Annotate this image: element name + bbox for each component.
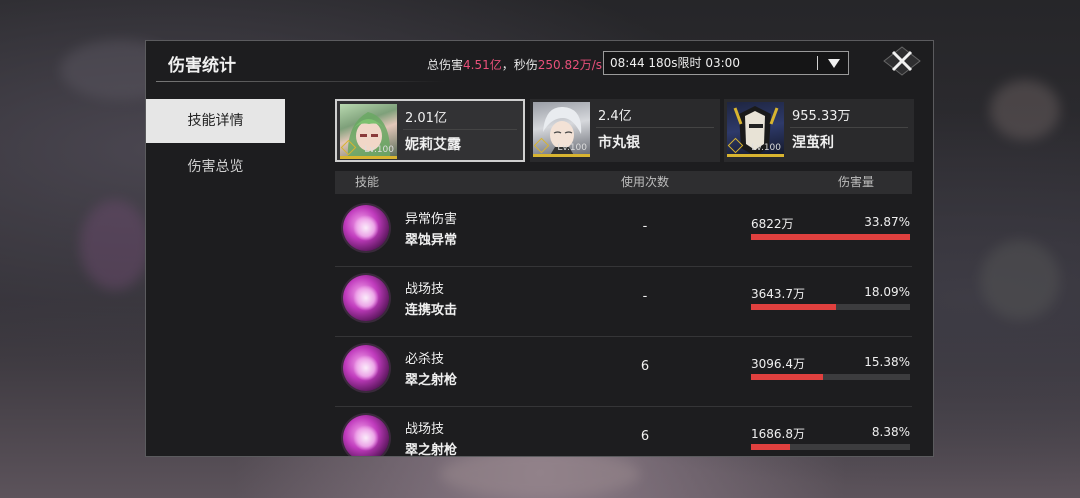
character-level: Lv.100 [751, 143, 781, 153]
time-range-dropdown[interactable]: 08:44 180s限时 03:00 [603, 51, 849, 75]
character-portrait: Lv.100 [533, 102, 590, 157]
skill-damage: 3643.7万 [751, 287, 805, 301]
skill-damage-percent: 8.38% [871, 425, 910, 439]
dps-label: ，秒伤 [501, 58, 538, 72]
skill-damage-percent: 15.38% [864, 355, 910, 369]
skill-name: 翠之射枪 [405, 373, 458, 388]
skill-table[interactable]: 异常伤害 翠蚀异常 - 6822万 33.87% 战场技 连携攻击 - 3643… [335, 197, 912, 457]
damage-bar [751, 304, 910, 310]
column-header-damage: 伤害量 [838, 175, 875, 189]
damage-stats-panel: 伤害统计 总伤害4.51亿，秒伤250.82万/s 08:44 180s限时 0… [145, 40, 934, 457]
character-list: Lv.100 2.01亿 妮莉艾露 Lv.100 2.4亿 市丸银 Lv.100… [335, 99, 915, 162]
damage-bar-fill [751, 304, 836, 310]
table-header: 技能 使用次数 伤害量 [335, 171, 912, 194]
table-row: 异常伤害 翠蚀异常 - 6822万 33.87% [335, 197, 912, 267]
skill-uses: 6 [640, 429, 650, 444]
damage-bar [751, 234, 910, 240]
skill-type: 战场技 [405, 422, 445, 437]
skill-damage: 3096.4万 [751, 357, 805, 371]
dropdown-separator [817, 56, 818, 70]
total-damage-label: 总伤害 [427, 58, 464, 72]
character-damage: 2.4亿 [598, 109, 632, 124]
damage-bar [751, 444, 910, 450]
table-row: 战场技 连携攻击 - 3643.7万 18.09% [335, 267, 912, 337]
skill-type: 战场技 [405, 282, 445, 297]
skill-type: 必杀技 [405, 352, 445, 367]
damage-bar-fill [751, 234, 910, 240]
table-row: 必杀技 翠之射枪 6 3096.4万 15.38% [335, 337, 912, 407]
close-icon [883, 46, 921, 76]
character-portrait: Lv.100 [727, 102, 784, 157]
field-skill-icon [343, 275, 389, 321]
skill-name: 连携攻击 [405, 303, 458, 318]
panel-title: 伤害统计 [168, 56, 236, 76]
time-range-value: 08:44 180s限时 03:00 [610, 56, 740, 70]
skill-type: 异常伤害 [405, 212, 458, 227]
card-divider [790, 127, 908, 128]
skill-damage: 1686.8万 [751, 427, 805, 441]
damage-summary: 总伤害4.51亿，秒伤250.82万/s [427, 56, 602, 73]
character-name: 妮莉艾露 [405, 137, 461, 153]
damage-bar [751, 374, 910, 380]
table-row: 战场技 翠之射枪 6 1686.8万 8.38% [335, 407, 912, 457]
dropdown-arrow-icon [828, 59, 840, 68]
skill-name: 翠蚀异常 [405, 233, 458, 248]
total-damage-value: 4.51亿 [463, 58, 502, 72]
damage-bar-fill [751, 374, 824, 380]
title-divider [156, 81, 446, 82]
card-divider [403, 129, 517, 130]
character-card[interactable]: Lv.100 955.33万 涅茧利 [724, 99, 914, 162]
character-card[interactable]: Lv.100 2.4亿 市丸银 [530, 99, 720, 162]
sidebar-item-skill-details[interactable]: 技能详情 [146, 99, 285, 143]
skill-uses: - [642, 289, 648, 304]
anomaly-skill-icon [343, 205, 389, 251]
skill-damage-percent: 33.87% [864, 215, 910, 229]
character-damage: 955.33万 [792, 109, 851, 124]
character-damage: 2.01亿 [405, 111, 447, 126]
character-level: Lv.100 [364, 145, 394, 155]
field-skill-icon [343, 415, 389, 456]
close-button[interactable] [882, 45, 922, 77]
sidebar: 技能详情 伤害总览 [146, 99, 285, 191]
damage-bar-fill [751, 444, 791, 450]
character-name: 涅茧利 [792, 135, 834, 151]
skill-damage: 6822万 [751, 217, 794, 231]
character-card[interactable]: Lv.100 2.01亿 妮莉艾露 [335, 99, 525, 162]
sidebar-item-damage-overview[interactable]: 伤害总览 [146, 145, 285, 189]
ultimate-skill-icon [343, 345, 389, 391]
skill-uses: - [642, 219, 648, 234]
column-header-uses: 使用次数 [621, 175, 670, 189]
character-level: Lv.100 [557, 143, 587, 153]
character-name: 市丸银 [598, 135, 640, 151]
character-portrait: Lv.100 [340, 104, 397, 159]
skill-name: 翠之射枪 [405, 443, 458, 457]
skill-uses: 6 [640, 359, 650, 374]
skill-damage-percent: 18.09% [864, 285, 910, 299]
card-divider [596, 127, 714, 128]
title-bar: 伤害统计 总伤害4.51亿，秒伤250.82万/s 08:44 180s限时 0… [146, 41, 933, 85]
dps-value: 250.82万/s [537, 58, 603, 72]
column-header-skill: 技能 [355, 175, 380, 189]
